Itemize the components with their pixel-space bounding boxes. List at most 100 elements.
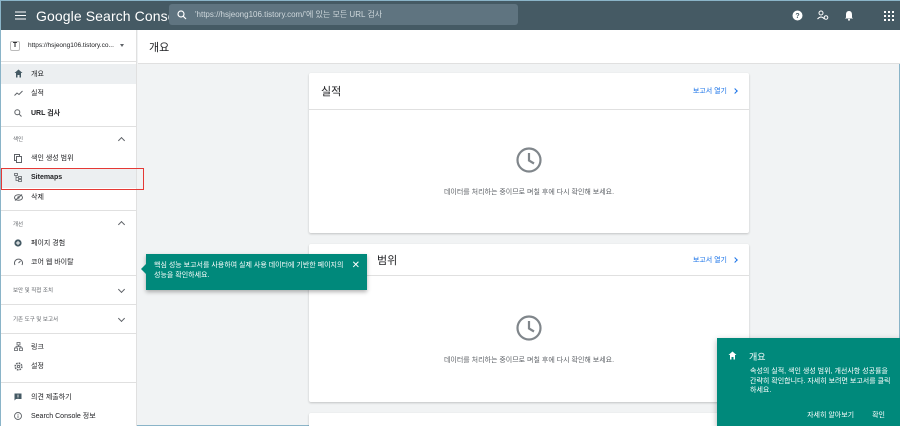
sidebar-item-label: 페이지 경험: [31, 239, 66, 247]
open-report-label: 보고서 열기: [692, 88, 727, 95]
processing-message: 데이터를 처리하는 중이므로 며칠 후에 다시 확인해 보세요.: [443, 356, 615, 364]
enhancements-card: [309, 413, 749, 426]
card-body: 데이터를 처리하는 중이므로 며칠 후에 다시 확인해 보세요.: [309, 276, 749, 402]
chevron-down-icon: [117, 285, 126, 293]
sitemap-icon: [13, 173, 23, 183]
url-inspect-search[interactable]: [169, 4, 518, 25]
sidebar-item-performance[interactable]: 실적: [1, 84, 136, 104]
tour-description: 속성의 실적, 색인 생성 범위, 개선사항 성공률을 간략히 확인합니다. 자…: [750, 368, 891, 394]
divider: [1, 304, 136, 305]
sidebar-item-settings[interactable]: 설정: [1, 357, 136, 377]
sidebar-item-label: 의견 제출하기: [31, 393, 72, 401]
sidebar-item-links[interactable]: 링크: [1, 337, 136, 357]
sidebar-item-label: 색인 생성 범위: [31, 155, 74, 163]
chevron-right-icon: [732, 256, 738, 263]
sidebar-item-label: Sitemaps: [31, 174, 63, 182]
divider: [1, 333, 136, 334]
chevron-right-icon: [732, 88, 738, 94]
card-header: 범위 보고서 열기: [309, 244, 749, 276]
sidebar-item-core-web-vitals[interactable]: 코어 웹 바이탈: [1, 253, 136, 273]
sidebar-item-label: URL 검사: [31, 109, 61, 117]
card-title: 실적: [321, 86, 342, 98]
remove-icon: [13, 192, 23, 202]
close-icon[interactable]: ✕: [352, 261, 360, 271]
property-favicon: T: [10, 40, 20, 51]
tour-title: 개요: [749, 352, 766, 362]
sidebar-item-feedback[interactable]: 의견 제출하기: [1, 387, 136, 407]
gear-icon: [13, 361, 23, 371]
tour-header: 개요: [728, 350, 766, 363]
section-enhancements[interactable]: 개선: [1, 214, 136, 233]
copy-icon: [13, 153, 23, 163]
search-icon: [13, 108, 23, 118]
toolbar-actions: ?: [791, 1, 895, 30]
property-selector[interactable]: T https://hsjeong106.tistory.co...: [1, 30, 136, 62]
card-title: 범위: [377, 254, 398, 267]
chevron-up-icon: [117, 220, 126, 229]
tooltip-arrow: [141, 264, 146, 274]
sidebar-item-sitemaps[interactable]: Sitemaps: [1, 168, 136, 188]
sidebar: T https://hsjeong106.tistory.co... 개요 실적…: [1, 30, 137, 426]
sidebar-item-label: 개요: [31, 70, 44, 78]
search-icon: [169, 9, 195, 20]
tour-actions: 자세히 알아보기 확인: [807, 410, 885, 420]
page-header: 개요: [138, 30, 900, 64]
links-icon: [13, 342, 23, 352]
page-title: 개요: [149, 41, 170, 54]
property-url: https://hsjeong106.tistory.co...: [28, 42, 114, 49]
top-app-bar: Google Search Console ?: [1, 1, 900, 30]
section-label: 색인: [13, 137, 24, 143]
section-label: 보안 및 직접 조치: [13, 288, 54, 294]
sidebar-item-page-experience[interactable]: 페이지 경험: [1, 233, 136, 253]
card-header: 실적 보고서 열기: [309, 73, 749, 110]
chevron-up-icon: [117, 136, 126, 144]
home-icon: [13, 69, 23, 79]
overview-tour-card: 개요 속성의 실적, 색인 생성 범위, 개선사항 성공률을 간략히 확인합니다…: [717, 338, 900, 426]
open-report-label: 보고서 열기: [692, 256, 727, 264]
clock-icon: [515, 146, 543, 179]
divider: [1, 210, 136, 211]
add-circle-icon: [13, 238, 23, 248]
app-title[interactable]: Google Search Console: [36, 8, 187, 24]
notifications-icon[interactable]: [843, 10, 855, 22]
divider: [1, 275, 136, 276]
info-icon: [13, 411, 23, 421]
search-input[interactable]: [195, 10, 505, 19]
section-label: 개선: [13, 221, 24, 228]
menu-icon[interactable]: [5, 1, 35, 30]
sidebar-item-label: 삭제: [31, 194, 44, 202]
section-legacy-tools[interactable]: 기존 도구 및 보고서: [1, 308, 136, 330]
confirm-button[interactable]: 확인: [872, 410, 885, 420]
learn-more-button[interactable]: 자세히 알아보기: [807, 410, 854, 420]
processing-message: 데이터를 처리하는 중이므로 며칠 후에 다시 확인해 보세요.: [443, 188, 615, 196]
sidebar-item-url-inspection[interactable]: URL 검사: [1, 103, 136, 123]
divider: [1, 382, 136, 383]
sidebar-item-removals[interactable]: 삭제: [1, 188, 136, 208]
svg-text:?: ?: [795, 13, 799, 20]
card-body: 데이터를 처리하는 중이므로 며칠 후에 다시 확인해 보세요.: [309, 110, 749, 232]
apps-grid-icon[interactable]: [883, 10, 895, 22]
sidebar-item-label: 코어 웹 바이탈: [31, 259, 74, 267]
sidebar-item-label: 실적: [31, 90, 44, 98]
sidebar-item-overview[interactable]: 개요: [1, 64, 136, 84]
sidebar-item-coverage[interactable]: 색인 생성 범위: [1, 149, 136, 169]
trending-icon: [13, 88, 23, 98]
sidebar-item-about[interactable]: Search Console 정보: [1, 407, 136, 426]
chevron-down-icon: [117, 314, 126, 322]
sidebar-item-label: Search Console 정보: [31, 413, 96, 421]
core-web-vitals-tooltip: 핵심 성능 보고서를 사용하여 실제 사용 데이터에 기반한 페이지의 성능을 …: [141, 254, 367, 290]
coverage-card: 범위 보고서 열기 데이터를 처리하는 중이므로 며칠 후에 다시 확인해 보세…: [309, 244, 749, 402]
open-report-link[interactable]: 보고서 열기: [692, 255, 738, 265]
section-index[interactable]: 색인: [1, 130, 136, 149]
open-report-link[interactable]: 보고서 열기: [692, 86, 738, 96]
help-icon[interactable]: ?: [791, 10, 803, 22]
section-security[interactable]: 보안 및 직접 조치: [1, 279, 136, 301]
section-label: 기존 도구 및 보고서: [13, 317, 59, 323]
sidebar-item-label: 설정: [31, 363, 44, 371]
speed-icon: [13, 257, 23, 267]
sidebar-item-label: 링크: [31, 343, 44, 351]
feedback-icon: [13, 392, 23, 402]
divider: [1, 125, 136, 127]
performance-card: 실적 보고서 열기 데이터를 처리하는 중이므로 며칠 후에 다시 확인해 보세…: [309, 73, 749, 233]
manage-users-icon[interactable]: [817, 10, 829, 22]
